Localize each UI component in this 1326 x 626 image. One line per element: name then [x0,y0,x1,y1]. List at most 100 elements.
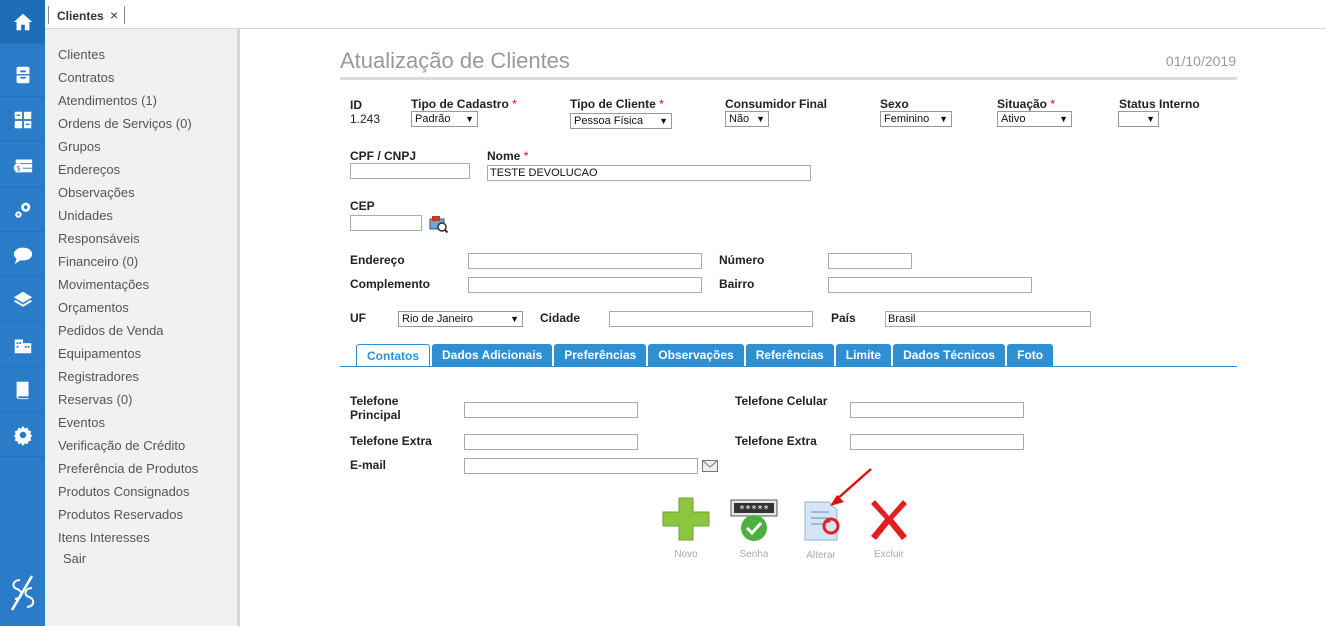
complemento-input[interactable] [468,277,702,293]
uf-select[interactable]: Rio de Janeiro ▼ [398,311,523,327]
sidebar-item[interactable]: Atendimentos (1) [58,92,198,115]
sidebar-item[interactable]: Produtos Reservados [58,506,198,529]
tipo-cadastro-select[interactable]: Padrão ▼ [411,111,478,127]
consumidor-final-select[interactable]: Não ▼ [725,111,769,127]
tab-contatos[interactable]: Contatos [356,344,430,367]
cep-input[interactable] [350,215,422,231]
email-input[interactable] [464,458,698,474]
telefone-principal-input[interactable] [464,402,638,418]
sidebar-item[interactable]: Clientes [58,46,198,69]
sidebar-item[interactable]: Unidades [58,207,198,230]
uf-label: UF [350,311,366,325]
pais-label: País [831,311,856,325]
status-interno-select[interactable]: ▼ [1118,111,1159,127]
money-icon[interactable]: $ [0,143,45,187]
telefone-extra-2-input[interactable] [850,434,1024,450]
bairro-input[interactable] [828,277,1032,293]
cpf-cnpj-input[interactable] [350,163,470,179]
cidade-input[interactable] [609,311,813,327]
delete-x-icon [871,500,907,540]
situacao-select[interactable]: Ativo ▼ [997,111,1072,127]
situacao-label: Situação * [997,97,1056,111]
close-icon[interactable]: × [110,7,118,23]
tipo-cadastro-label: Tipo de Cadastro * [411,97,517,111]
senha-button[interactable]: ***** Senha [726,498,782,564]
home-icon[interactable] [0,0,45,44]
tab-dados-tecnicos[interactable]: Dados Técnicos [893,344,1006,367]
id-label: ID [350,98,362,112]
senha-label: Senha [739,549,769,560]
sidebar-item[interactable]: Financeiro (0) [58,253,198,276]
icon-rail: $ [0,0,45,626]
sidebar-item[interactable]: Movimentações [58,276,198,299]
gear-cluster-icon[interactable] [0,188,45,232]
sidebar-item[interactable]: Pedidos de Venda [58,322,198,345]
endereco-input[interactable] [468,253,702,269]
calculator-icon[interactable] [0,98,45,142]
cpf-cnpj-label: CPF / CNPJ [350,149,417,163]
form-tabs: Contatos Dados Adicionais Preferências Obse… [356,344,1054,367]
document-tab-clientes[interactable]: Clientes × [48,6,126,24]
sidebar-item[interactable]: Ordens de Serviços (0) [58,115,198,138]
required-mark: * [1050,97,1056,111]
tipo-cliente-label: Tipo de Cliente * [570,97,664,111]
layers-icon[interactable] [0,278,45,322]
sidebar-item[interactable]: Orçamentos [58,299,198,322]
required-mark: * [523,149,529,163]
complemento-label: Complemento [350,277,431,291]
envelope-icon[interactable] [702,460,718,472]
required-mark: * [659,97,664,111]
tab-observacoes[interactable]: Observações [648,344,744,367]
building-icon[interactable] [0,323,45,367]
tab-dados-adicionais[interactable]: Dados Adicionais [432,344,553,367]
cep-lookup-icon[interactable] [428,213,448,233]
telefone-celular-input[interactable] [850,402,1024,418]
sidebar-item[interactable]: Verificação de Crédito [58,437,198,460]
chat-icon[interactable] [0,233,45,277]
sidebar-item-sair[interactable]: Sair [63,551,86,566]
sidebar-item[interactable]: Itens Interesses [58,529,198,552]
tab-referencias[interactable]: Referências [745,344,834,367]
nome-label: Nome * [487,149,529,163]
numero-input[interactable] [828,253,912,269]
novo-label: Novo [674,549,698,560]
sidebar-menu: Clientes Contratos Atendimentos (1) Ordens … [45,29,240,626]
tipo-cliente-select[interactable]: Pessoa Física ▼ [570,113,672,129]
excluir-label: Excluir [873,549,904,560]
bairro-label: Bairro [719,277,755,291]
tab-limite[interactable]: Limite [835,344,892,367]
sidebar-item[interactable]: Reservas (0) [58,391,198,414]
sexo-label: Sexo [880,97,909,111]
sidebar-item[interactable]: Eventos [58,414,198,437]
settings-icon[interactable] [0,413,45,457]
sidebar-item[interactable]: Grupos [58,138,198,161]
sidebar-item[interactable]: Observações [58,184,198,207]
novo-button[interactable]: Novo [658,496,714,562]
endereco-label: Endereço [350,253,405,267]
page-date: 01/10/2019 [1165,53,1236,69]
document-tab-label: Clientes [57,9,104,23]
plus-icon [662,497,710,541]
tab-preferencias[interactable]: Preferências [554,344,647,367]
sexo-select[interactable]: Feminino ▼ [880,111,952,127]
telefone-extra-input[interactable] [464,434,638,450]
id-value: 1.243 [350,112,381,126]
sidebar-item[interactable]: Produtos Consignados [58,483,198,506]
sidebar-item[interactable]: Equipamentos [58,345,198,368]
sidebar-item[interactable]: Responsáveis [58,230,198,253]
tab-foto[interactable]: Foto [1007,344,1054,367]
archive-icon[interactable] [0,53,45,97]
sidebar-item[interactable]: Preferência de Produtos [58,460,198,483]
sidebar-item[interactable]: Registradores [58,368,198,391]
sidebar-item[interactable]: Contratos [58,69,198,92]
annotation-arrow-icon [830,468,872,506]
pais-input[interactable] [885,311,1091,327]
book-icon[interactable] [0,368,45,412]
brand-logo-icon [10,575,35,611]
nome-input[interactable] [487,165,811,181]
email-label: E-mail [350,458,387,472]
required-mark: * [512,97,517,111]
page-title: Atualização de Clientes [340,48,570,73]
sidebar-item[interactable]: Endereços [58,161,198,184]
password-check-icon: ***** [730,499,778,541]
